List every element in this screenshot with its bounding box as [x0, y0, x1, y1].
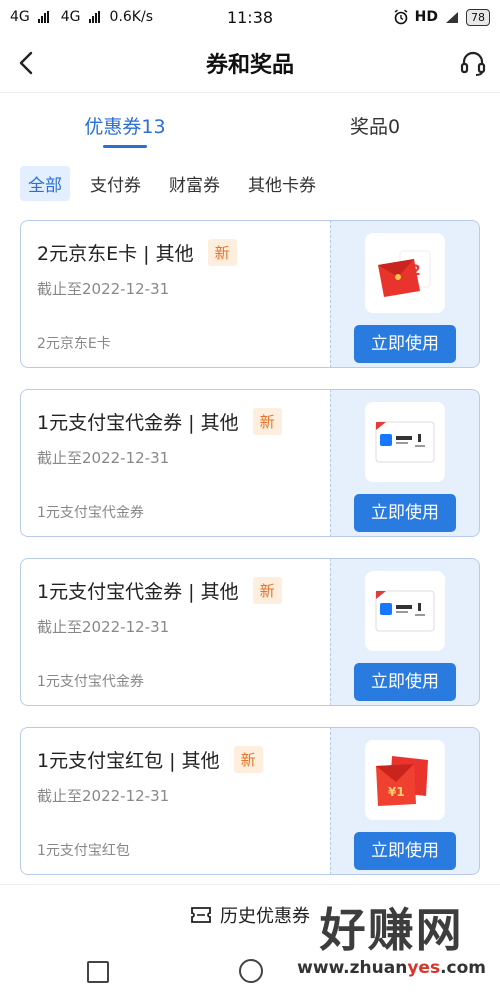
coupon-action-area: 立即使用: [330, 558, 480, 706]
coupon-card: 1元支付宝红包 | 其他 新 截止至2022-12-31 1元支付宝红包 ¥1 …: [20, 727, 480, 875]
coupon-title-row: 1元支付宝代金券 | 其他 新: [37, 577, 330, 604]
coupon-card: 1元支付宝代金券 | 其他 新 截止至2022-12-31 1元支付宝代金券 立…: [20, 389, 480, 537]
coupon-title: 1元支付宝红包 | 其他: [37, 750, 220, 772]
coupon-title-row: 1元支付宝红包 | 其他 新: [37, 746, 330, 773]
coupon-subtitle: 1元支付宝代金券: [37, 505, 144, 521]
signal-icon: [37, 11, 49, 23]
coupon-expiry: 截止至2022-12-31: [37, 449, 170, 467]
system-nav-bar: [0, 944, 500, 1000]
coupon-thumbnail: [365, 402, 445, 482]
coupon-title: 1元支付宝代金券 | 其他: [37, 412, 239, 434]
status-right: HD 78: [393, 8, 490, 26]
tab-prizes[interactable]: 奖品0: [250, 100, 500, 152]
coupon-action-area: 立即使用: [330, 389, 480, 537]
title-bar: 券和奖品: [0, 34, 500, 92]
coupon-thumbnail: [365, 571, 445, 651]
tab-coupons[interactable]: 优惠券13: [0, 100, 250, 152]
hd-indicator: HD: [414, 9, 438, 25]
chevron-left-icon[interactable]: [12, 48, 42, 78]
filter-wealth[interactable]: 财富券: [161, 166, 228, 201]
page-title: 券和奖品: [205, 53, 294, 78]
coupon-subtitle: 1元支付宝代金券: [37, 674, 144, 690]
use-now-button[interactable]: 立即使用: [354, 325, 456, 363]
coupon-subtitle: 2元京东E卡: [37, 336, 111, 352]
svg-text:¥1: ¥1: [388, 785, 405, 799]
coupon-info: 1元支付宝红包 | 其他 新 截止至2022-12-31 1元支付宝红包: [20, 727, 330, 875]
recent-apps-icon[interactable]: [87, 961, 109, 983]
network-4g-icon: [446, 12, 458, 23]
red-packet-icon: ¥1: [376, 756, 428, 806]
coupon-card: 2元京东E卡 | 其他 新 截止至2022-12-31 2元京东E卡 2 立即使…: [20, 220, 480, 368]
coupon-expiry: 截止至2022-12-31: [37, 618, 170, 636]
coupon-card: 1元支付宝代金券 | 其他 新 截止至2022-12-31 1元支付宝代金券 立…: [20, 558, 480, 706]
new-badge: 新: [252, 408, 282, 435]
coupon-expiry: 截止至2022-12-31: [37, 787, 170, 805]
tab-bar: 优惠券13 奖品0: [0, 100, 500, 152]
header-divider: [0, 92, 500, 93]
filter-chips: 全部 支付券 财富券 其他卡券: [20, 166, 324, 201]
coupon-list: 2元京东E卡 | 其他 新 截止至2022-12-31 2元京东E卡 2 立即使…: [20, 220, 480, 896]
coupon-title-row: 1元支付宝代金券 | 其他 新: [37, 408, 330, 435]
coupon-title-row: 2元京东E卡 | 其他 新: [37, 239, 330, 266]
history-coupons-button[interactable]: 历史优惠券: [0, 884, 500, 945]
use-now-button[interactable]: 立即使用: [354, 494, 456, 532]
network-speed: 0.6K/s: [109, 9, 153, 25]
status-bar: 4G 4G 0.6K/s 11:38 HD 78: [0, 0, 500, 34]
coupon-info: 1元支付宝代金券 | 其他 新 截止至2022-12-31 1元支付宝代金券: [20, 558, 330, 706]
use-now-button[interactable]: 立即使用: [354, 663, 456, 701]
new-badge: 新: [207, 239, 237, 266]
new-badge: 新: [233, 746, 263, 773]
coupon-info: 2元京东E卡 | 其他 新 截止至2022-12-31 2元京东E卡: [20, 220, 330, 368]
coupon-expiry: 截止至2022-12-31: [37, 280, 170, 298]
ticket-icon: [191, 907, 211, 923]
alipay-voucher-icon: [375, 590, 435, 632]
coupon-thumbnail: ¥1: [365, 740, 445, 820]
new-badge: 新: [252, 577, 282, 604]
filter-other-cards[interactable]: 其他卡券: [240, 166, 324, 201]
coupon-subtitle: 1元支付宝红包: [37, 843, 130, 859]
alarm-icon: [394, 9, 408, 25]
headset-icon[interactable]: [458, 48, 488, 78]
network-label-2: 4G: [60, 9, 81, 25]
network-label-1: 4G: [10, 9, 30, 25]
filter-payment[interactable]: 支付券: [82, 166, 149, 201]
filter-all[interactable]: 全部: [20, 166, 70, 201]
coupon-action-area: ¥1 立即使用: [330, 727, 480, 875]
home-icon[interactable]: [239, 959, 263, 983]
history-label: 历史优惠券: [220, 906, 310, 927]
coupon-thumbnail: 2: [365, 233, 445, 313]
coupon-title: 2元京东E卡 | 其他: [37, 243, 194, 265]
battery-icon: 78: [466, 8, 490, 26]
signal-icon-2: [88, 11, 100, 23]
coupon-title: 1元支付宝代金券 | 其他: [37, 581, 239, 603]
coupon-info: 1元支付宝代金券 | 其他 新 截止至2022-12-31 1元支付宝代金券: [20, 389, 330, 537]
alipay-voucher-icon: [375, 421, 435, 463]
red-envelope-icon: 2: [378, 250, 431, 297]
status-left: 4G 4G 0.6K/s: [10, 9, 153, 25]
use-now-button[interactable]: 立即使用: [354, 832, 456, 870]
coupon-action-area: 2 立即使用: [330, 220, 480, 368]
